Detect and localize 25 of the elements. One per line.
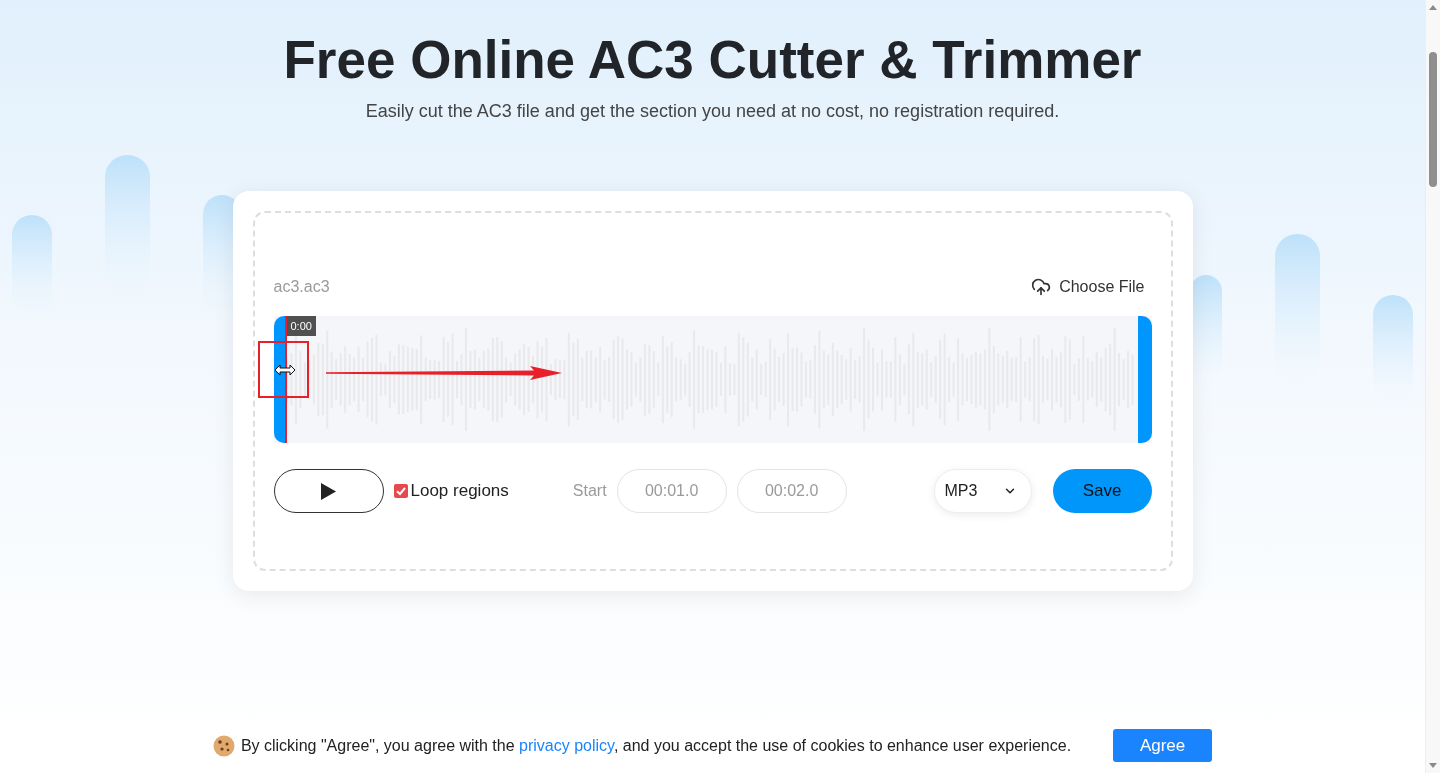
cookie-icon [212, 734, 235, 757]
scroll-down-icon[interactable] [1429, 763, 1437, 768]
privacy-policy-link[interactable]: privacy policy [519, 736, 614, 754]
file-name: ac3.ac3 [273, 277, 330, 297]
region-handle[interactable] [1137, 316, 1152, 443]
upload-cloud-icon [1031, 277, 1052, 297]
loop-regions-checkbox[interactable] [393, 484, 408, 498]
annotation-frame [257, 341, 309, 398]
page-title: Free Online AC3 Cutter & Trimmer [283, 29, 1142, 91]
time-field[interactable]: 00:01.0 [616, 469, 727, 513]
play-icon [321, 482, 336, 500]
agree-button[interactable]: Agree [1113, 729, 1213, 762]
play-button[interactable] [273, 469, 384, 513]
start-label: Start [572, 481, 607, 501]
format-select[interactable]: MP3 [933, 469, 1032, 513]
time-field[interactable]: 00:02.0 [736, 469, 847, 513]
page-subtitle: Easily cut the AC3 file and get the section you need at no cost, no registration required. [365, 100, 1060, 123]
loop-regions-label: Loop regions [410, 480, 509, 503]
scroll-up-icon[interactable] [1429, 5, 1437, 10]
region-handle[interactable] [273, 316, 286, 443]
scrollbar-thumb[interactable] [1429, 52, 1437, 187]
playhead-time: 0:00 [286, 316, 316, 336]
cookie-notice: By clicking "Agree", you agree with the privacy policy, and you accept the use of cookies to enhance user experience. [240, 735, 1072, 756]
save-button[interactable]: Save [1052, 469, 1152, 513]
choose-file-button[interactable]: Choose File [1031, 275, 1145, 299]
